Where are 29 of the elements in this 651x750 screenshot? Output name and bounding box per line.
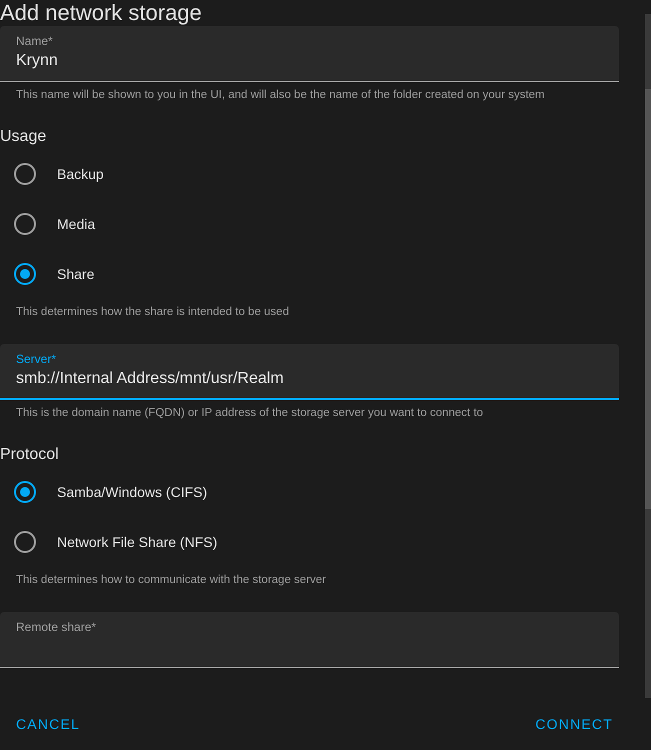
section-heading: Usage [0,127,48,147]
radio-button[interactable] [14,263,36,285]
radio-label[interactable]: Share [57,264,94,284]
helper-text: This name will be shown to you in the UI, and will also be the name of the folder created on your system [15,88,546,103]
radio-button[interactable] [14,481,36,503]
radio-button[interactable] [14,531,36,553]
radio-button[interactable] [14,213,36,235]
radio-label[interactable]: Network File Share (NFS) [57,532,218,552]
cancel-button[interactable]: CANCEL [6,708,90,740]
helper-text: This determines how to communicate with the storage server [15,573,327,588]
text-field[interactable]: Remote share* [0,612,619,668]
dialog-title: Add network storage [0,0,203,26]
section-heading: Protocol [0,445,60,465]
radio-button[interactable] [14,163,36,185]
text-field[interactable]: Name* Krynn [0,26,619,82]
scrollbar-thumb[interactable] [645,89,651,509]
text-field[interactable]: Server* smb://Internal Address/mnt/usr/Realm [0,344,619,400]
helper-text: This determines how the share is intended to be used [15,305,290,320]
connect-button[interactable]: CONNECT [525,708,623,740]
field-label: Server* [16,352,58,366]
field-label: Name* [16,34,54,48]
radio-label[interactable]: Samba/Windows (CIFS) [57,482,208,502]
helper-text: This is the domain name (FQDN) or IP address of the storage server you want to connect to [15,406,484,421]
scrollbar[interactable] [645,14,651,698]
field-value: smb://Internal Address/mnt/usr/Realm [16,369,285,389]
field-value: Krynn [16,51,59,71]
radio-label[interactable]: Media [57,214,96,234]
radio-label[interactable]: Backup [57,164,104,184]
field-label: Remote share* [16,620,98,634]
